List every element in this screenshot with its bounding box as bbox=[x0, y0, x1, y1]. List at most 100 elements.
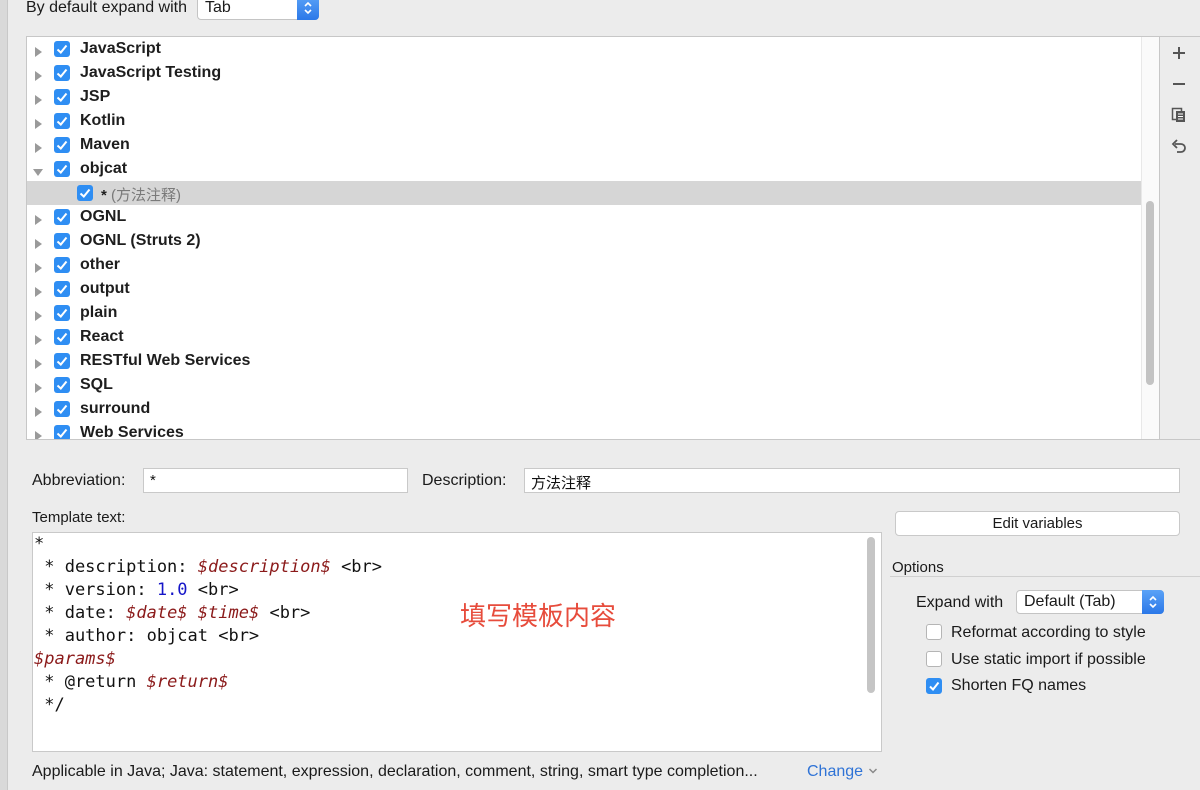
group-checkbox[interactable] bbox=[54, 257, 70, 273]
checkmark-icon bbox=[929, 681, 940, 692]
default-expand-select[interactable]: Tab bbox=[197, 0, 319, 20]
reformat-label: Reformat according to style bbox=[951, 624, 1146, 641]
select-arrows-icon bbox=[297, 0, 319, 20]
applicable-contexts-text: Applicable in Java; Java: statement, exp… bbox=[32, 763, 758, 780]
collapsed-triangle-icon[interactable] bbox=[33, 44, 43, 57]
tree-group-row[interactable]: Web Services bbox=[27, 421, 1141, 440]
window-left-edge bbox=[0, 0, 8, 790]
collapsed-triangle-icon[interactable] bbox=[33, 92, 43, 105]
tree-scrollbar[interactable] bbox=[1141, 37, 1159, 439]
tree-group-row[interactable]: JavaScript Testing bbox=[27, 61, 1141, 85]
tree-group-label: OGNL (Struts 2) bbox=[80, 232, 201, 249]
group-checkbox[interactable] bbox=[54, 305, 70, 321]
static-import-checkbox[interactable] bbox=[926, 651, 942, 667]
group-checkbox[interactable] bbox=[54, 281, 70, 297]
tree-group-label: Kotlin bbox=[80, 112, 126, 129]
collapsed-triangle-icon[interactable] bbox=[33, 68, 43, 81]
group-checkbox[interactable] bbox=[54, 425, 70, 439]
template-checkbox[interactable] bbox=[77, 185, 93, 201]
editor-scrollbar-thumb[interactable] bbox=[867, 537, 875, 693]
undo-icon[interactable] bbox=[1165, 132, 1193, 160]
chevron-down-icon[interactable] bbox=[868, 767, 878, 775]
tree-group-row[interactable]: plain bbox=[27, 301, 1141, 325]
tree-toolbar bbox=[1160, 36, 1200, 440]
collapsed-triangle-icon[interactable] bbox=[33, 380, 43, 393]
tree-group-label: Web Services bbox=[80, 424, 184, 440]
select-arrows-icon bbox=[1142, 590, 1164, 614]
tree-group-label: plain bbox=[80, 304, 118, 321]
group-checkbox[interactable] bbox=[54, 113, 70, 129]
tree-group-row[interactable]: Maven bbox=[27, 133, 1141, 157]
tree-group-row[interactable]: objcat bbox=[27, 157, 1141, 181]
tree-group-row[interactable]: OGNL bbox=[27, 205, 1141, 229]
group-checkbox[interactable] bbox=[54, 209, 70, 225]
annotation-text: 填写模板内容 bbox=[460, 602, 617, 632]
group-checkbox[interactable] bbox=[54, 377, 70, 393]
group-checkbox[interactable] bbox=[54, 65, 70, 81]
live-templates-tree[interactable]: JavaScript JavaScript Testing JSP Kotlin Mav… bbox=[26, 36, 1160, 440]
tree-group-label: RESTful Web Services bbox=[80, 352, 251, 369]
collapsed-triangle-icon[interactable] bbox=[33, 308, 43, 321]
default-expand-label: By default expand with bbox=[26, 0, 187, 16]
collapsed-triangle-icon[interactable] bbox=[33, 236, 43, 249]
minus-icon[interactable] bbox=[1165, 70, 1193, 98]
description-field[interactable]: 方法注释 bbox=[524, 468, 1180, 493]
template-code[interactable]: * * description: $description$ <br> * ve… bbox=[34, 533, 382, 717]
group-checkbox[interactable] bbox=[54, 89, 70, 105]
group-checkbox[interactable] bbox=[54, 161, 70, 177]
default-expand-value: Tab bbox=[205, 0, 231, 16]
tree-group-row[interactable]: other bbox=[27, 253, 1141, 277]
static-import-label: Use static import if possible bbox=[951, 651, 1146, 668]
tree-group-row[interactable]: React bbox=[27, 325, 1141, 349]
abbreviation-field[interactable]: * bbox=[143, 468, 408, 493]
edit-variables-button[interactable]: Edit variables bbox=[895, 511, 1180, 536]
plus-icon[interactable] bbox=[1165, 39, 1193, 67]
group-checkbox[interactable] bbox=[54, 41, 70, 57]
tree-group-label: OGNL bbox=[80, 208, 127, 225]
expand-with-label: Expand with bbox=[916, 594, 1004, 611]
tree-group-label: React bbox=[80, 328, 124, 345]
collapsed-triangle-icon[interactable] bbox=[33, 404, 43, 417]
tree-group-row[interactable]: SQL bbox=[27, 373, 1141, 397]
change-link[interactable]: Change bbox=[807, 763, 863, 781]
tree-group-row[interactable]: output bbox=[27, 277, 1141, 301]
tree-template-label: * (方法注释) bbox=[101, 184, 181, 205]
collapsed-triangle-icon[interactable] bbox=[33, 284, 43, 297]
collapsed-triangle-icon[interactable] bbox=[33, 116, 43, 129]
group-checkbox[interactable] bbox=[54, 401, 70, 417]
tree-group-label: Maven bbox=[80, 136, 130, 153]
tree-group-row[interactable]: Kotlin bbox=[27, 109, 1141, 133]
group-checkbox[interactable] bbox=[54, 353, 70, 369]
tree-group-row[interactable]: JavaScript bbox=[27, 37, 1141, 61]
tree-group-label: surround bbox=[80, 400, 151, 417]
group-checkbox[interactable] bbox=[54, 137, 70, 153]
expand-with-select[interactable]: Default (Tab) bbox=[1016, 590, 1164, 614]
collapsed-triangle-icon[interactable] bbox=[33, 260, 43, 273]
description-label: Description: bbox=[422, 472, 507, 489]
template-text-editor[interactable]: * * description: $description$ <br> * ve… bbox=[32, 532, 882, 752]
tree-group-row[interactable]: surround bbox=[27, 397, 1141, 421]
reformat-checkbox[interactable] bbox=[926, 624, 942, 640]
collapsed-triangle-icon[interactable] bbox=[33, 332, 43, 345]
tree-group-label: SQL bbox=[80, 376, 113, 393]
tree-group-label: objcat bbox=[80, 160, 128, 177]
abbreviation-label: Abbreviation: bbox=[32, 472, 126, 489]
group-checkbox[interactable] bbox=[54, 329, 70, 345]
template-text-label: Template text: bbox=[32, 509, 126, 526]
collapsed-triangle-icon[interactable] bbox=[33, 212, 43, 225]
expanded-triangle-icon[interactable] bbox=[33, 164, 43, 176]
options-title: Options bbox=[892, 559, 944, 576]
shorten-fq-label: Shorten FQ names bbox=[951, 677, 1087, 694]
tree-group-row[interactable]: JSP bbox=[27, 85, 1141, 109]
collapsed-triangle-icon[interactable] bbox=[33, 140, 43, 153]
tree-group-row[interactable]: RESTful Web Services bbox=[27, 349, 1141, 373]
group-checkbox[interactable] bbox=[54, 233, 70, 249]
collapsed-triangle-icon[interactable] bbox=[33, 428, 43, 439]
expand-with-value: Default (Tab) bbox=[1024, 593, 1116, 610]
tree-scrollbar-thumb[interactable] bbox=[1146, 201, 1154, 385]
copy-icon[interactable] bbox=[1165, 101, 1193, 129]
collapsed-triangle-icon[interactable] bbox=[33, 356, 43, 369]
tree-group-row[interactable]: OGNL (Struts 2) bbox=[27, 229, 1141, 253]
tree-template-row[interactable]: * (方法注释) bbox=[27, 181, 1141, 205]
shorten-fq-checkbox[interactable] bbox=[926, 678, 942, 694]
